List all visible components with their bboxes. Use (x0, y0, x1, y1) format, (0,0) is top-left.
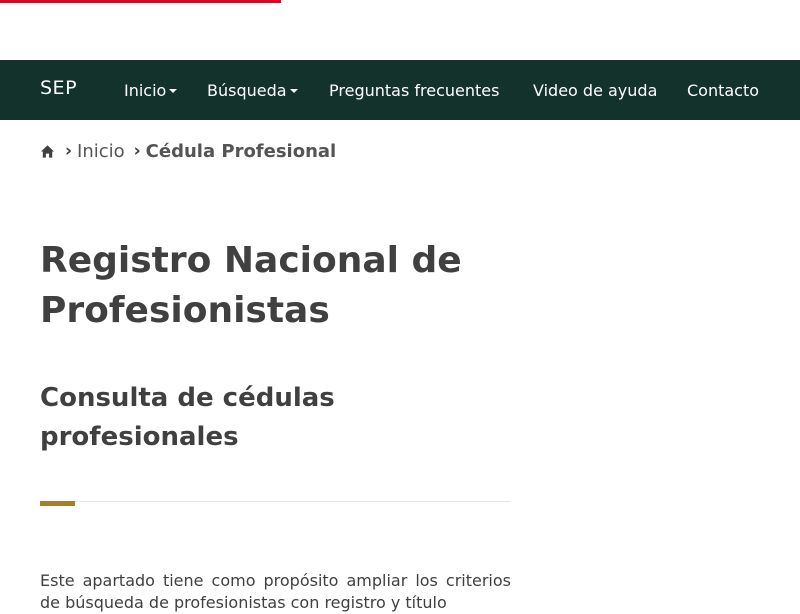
top-accent-bar (0, 0, 281, 3)
nav-item-label: Video de ayuda (533, 80, 658, 100)
section-divider (40, 501, 511, 502)
page-subtitle: Consulta de cédulas profesionales (40, 383, 335, 452)
nav-item-busqueda[interactable]: Búsqueda (207, 60, 298, 120)
nav-item-label: Búsqueda (207, 80, 287, 100)
nav-item-inicio[interactable]: Inicio (124, 60, 178, 120)
brand-logo-link[interactable]: SEP (40, 77, 77, 99)
home-icon[interactable] (40, 144, 55, 159)
nav-item-label: Preguntas frecuentes (329, 80, 500, 100)
nav-item-label: Inicio (124, 80, 167, 100)
nav-item-video-de-ayuda[interactable]: Video de ayuda (533, 60, 657, 120)
page-title: Registro Nacional de Profesionistas (40, 240, 462, 331)
caret-down-icon (289, 89, 298, 93)
divider-accent (40, 501, 75, 506)
breadcrumb: › Inicio › Cédula Profesional (40, 139, 336, 163)
breadcrumb-separator: › (65, 141, 73, 161)
nav-item-contacto[interactable]: Contacto (687, 60, 759, 120)
breadcrumb-current-page: Cédula Profesional (145, 140, 337, 162)
caret-down-icon (169, 89, 178, 93)
intro-paragraph: Este apartado tiene como propósito ampli… (40, 571, 511, 612)
breadcrumb-separator: › (133, 141, 141, 161)
breadcrumb-link-inicio[interactable]: Inicio (77, 141, 125, 162)
nav-item-label: Contacto (687, 80, 760, 100)
nav-item-preguntas-frecuentes[interactable]: Preguntas frecuentes (329, 60, 499, 120)
main-navbar: SEP Inicio Búsqueda Preguntas frecuentes… (0, 60, 800, 120)
